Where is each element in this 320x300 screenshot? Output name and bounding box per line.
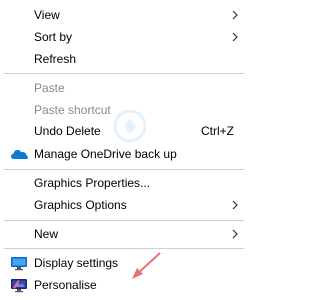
menu-separator (4, 73, 244, 74)
shortcut-label: Ctrl+Z (201, 124, 234, 138)
personalise-icon (11, 279, 27, 293)
chevron-right-icon (232, 10, 238, 20)
chevron-right-icon (232, 200, 238, 210)
menu-item-graphics-properties[interactable]: Graphics Properties... (0, 172, 250, 194)
menu-separator (4, 169, 244, 170)
annotation-arrow-icon (132, 252, 161, 279)
desktop-context-menu: View Sort by Refresh Paste Paste shortcu… (0, 0, 250, 300)
menu-item-new[interactable]: New (0, 223, 250, 245)
menu-item-label: View (34, 8, 60, 22)
menu-item-label: Graphics Options (34, 198, 127, 212)
menu-item-label: Manage OneDrive back up (34, 147, 177, 161)
menu-item-display-settings[interactable]: Display settings (0, 252, 250, 274)
menu-item-sort-by[interactable]: Sort by (0, 26, 250, 48)
menu-item-label: Paste shortcut (34, 103, 111, 117)
display-settings-icon (11, 257, 27, 271)
menu-item-label: Graphics Properties... (34, 176, 151, 190)
chevron-right-icon (232, 229, 238, 239)
menu-item-view[interactable]: View (0, 4, 250, 26)
menu-item-label: Display settings (34, 256, 119, 270)
menu-item-label: Undo Delete (34, 124, 101, 138)
menu-item-label: Refresh (34, 52, 77, 66)
menu-item-manage-onedrive[interactable]: Manage OneDrive back up (0, 143, 250, 165)
menu-item-label: Personalise (34, 278, 97, 292)
menu-item-label: Sort by (34, 30, 73, 44)
menu-item-personalise[interactable]: Personalise (0, 274, 250, 296)
menu-item-graphics-options[interactable]: Graphics Options (0, 194, 250, 216)
menu-separator (4, 248, 244, 249)
menu-item-paste: Paste (0, 77, 250, 99)
menu-separator (4, 220, 244, 221)
onedrive-cloud-icon (11, 150, 28, 159)
menu-item-label: Paste (34, 81, 65, 95)
menu-item-label: New (34, 227, 59, 241)
watermark-logo (113, 109, 147, 143)
menu-item-refresh[interactable]: Refresh (0, 48, 250, 70)
chevron-right-icon (232, 32, 238, 42)
